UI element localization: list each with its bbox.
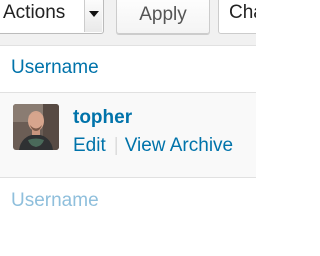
change-role-selected-value: Cha xyxy=(229,2,256,23)
edit-link[interactable]: Edit xyxy=(73,135,106,156)
change-role-select[interactable]: Cha xyxy=(218,0,256,34)
user-avatar xyxy=(13,104,59,150)
apply-button[interactable]: Apply xyxy=(116,0,210,34)
avatar-icon xyxy=(13,104,59,150)
username-column-footer-link[interactable]: Username xyxy=(11,190,99,212)
view-archive-link[interactable]: View Archive xyxy=(125,135,233,156)
table-header: Username xyxy=(0,46,256,93)
bulk-actions-select[interactable]: Actions xyxy=(0,0,104,34)
row-actions: Edit | View Archive xyxy=(73,135,233,157)
bulk-actions-selected-value: Actions xyxy=(3,2,66,23)
screen: Actions Apply Cha Username t xyxy=(0,0,256,256)
users-table: Username topher Edit | View Archive Userna… xyxy=(0,45,256,256)
row-actions-separator: | xyxy=(113,135,119,156)
chevron-down-icon[interactable] xyxy=(84,0,102,32)
bulk-actions-toolbar: Actions Apply Cha xyxy=(0,0,256,44)
username-link[interactable]: topher xyxy=(73,107,132,129)
username-column-sort-link[interactable]: Username xyxy=(11,57,99,79)
